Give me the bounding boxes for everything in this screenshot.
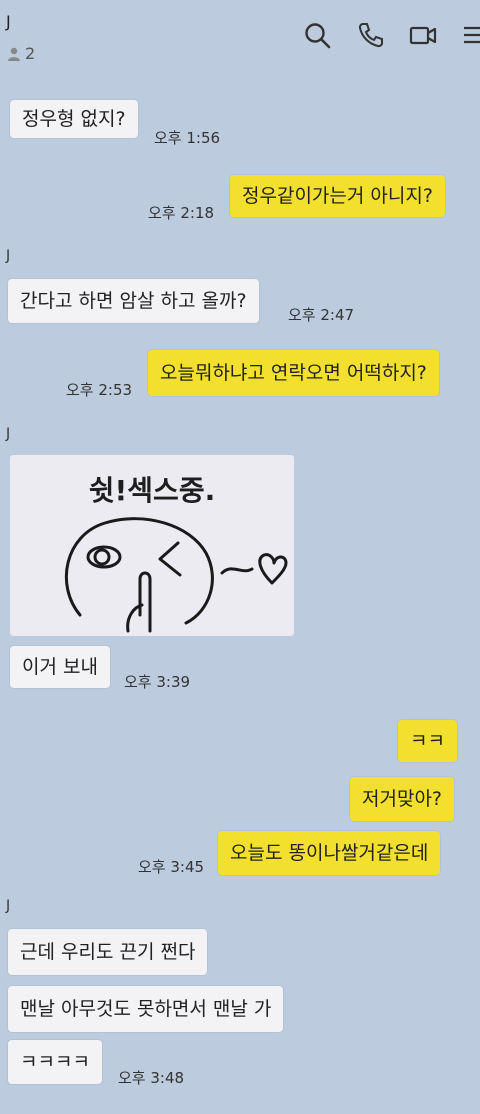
message-bubble-incoming[interactable]: 이거 보내 — [10, 646, 110, 688]
phone-icon[interactable] — [356, 20, 386, 50]
sticker-drawing — [64, 517, 288, 633]
search-icon[interactable] — [302, 20, 332, 50]
message-bubble-outgoing[interactable]: ㅋㅋ — [398, 720, 457, 762]
sticker-image[interactable]: 쉿!섹스중. — [10, 455, 294, 636]
person-icon — [8, 47, 20, 61]
message-time: 오후 2:18 — [148, 204, 215, 222]
chat-title: J — [6, 12, 11, 31]
message-bubble-outgoing[interactable]: 오늘도 똥이나쌀거같은데 — [218, 831, 441, 875]
sender-name: J — [6, 248, 11, 264]
menu-icon[interactable] — [460, 20, 480, 50]
message-bubble-incoming[interactable]: 간다고 하면 암살 하고 올까? — [8, 279, 259, 323]
message-time: 오후 1:56 — [154, 129, 221, 147]
message-time: 오후 2:53 — [66, 381, 133, 399]
sender-name: J — [6, 426, 11, 442]
message-bubble-outgoing[interactable]: 저거맞아? — [350, 777, 455, 821]
message-bubble-incoming[interactable]: 근데 우리도 끈기 쩐다 — [8, 929, 208, 975]
message-time: 오후 3:45 — [138, 858, 205, 876]
message-time: 오후 3:48 — [118, 1069, 185, 1087]
member-count[interactable]: 2 — [6, 44, 35, 63]
video-call-icon[interactable] — [408, 20, 438, 50]
member-count-label: 2 — [25, 44, 36, 63]
message-bubble-outgoing[interactable]: 정우같이가는거 아니지? — [230, 175, 445, 217]
message-bubble-incoming[interactable]: 맨날 아무것도 못하면서 맨날 가 — [8, 986, 284, 1032]
message-bubble-outgoing[interactable]: 오늘뭐하냐고 연락오면 어떡하지? — [148, 350, 439, 396]
sender-name: J — [6, 898, 11, 914]
message-bubble-incoming[interactable]: ㅋㅋㅋㅋ — [8, 1040, 102, 1084]
chat-header: J 2 — [0, 0, 480, 90]
message-bubble-incoming[interactable]: 정우형 없지? — [10, 100, 138, 138]
message-time: 오후 2:47 — [288, 306, 355, 324]
message-time: 오후 3:39 — [124, 673, 191, 691]
